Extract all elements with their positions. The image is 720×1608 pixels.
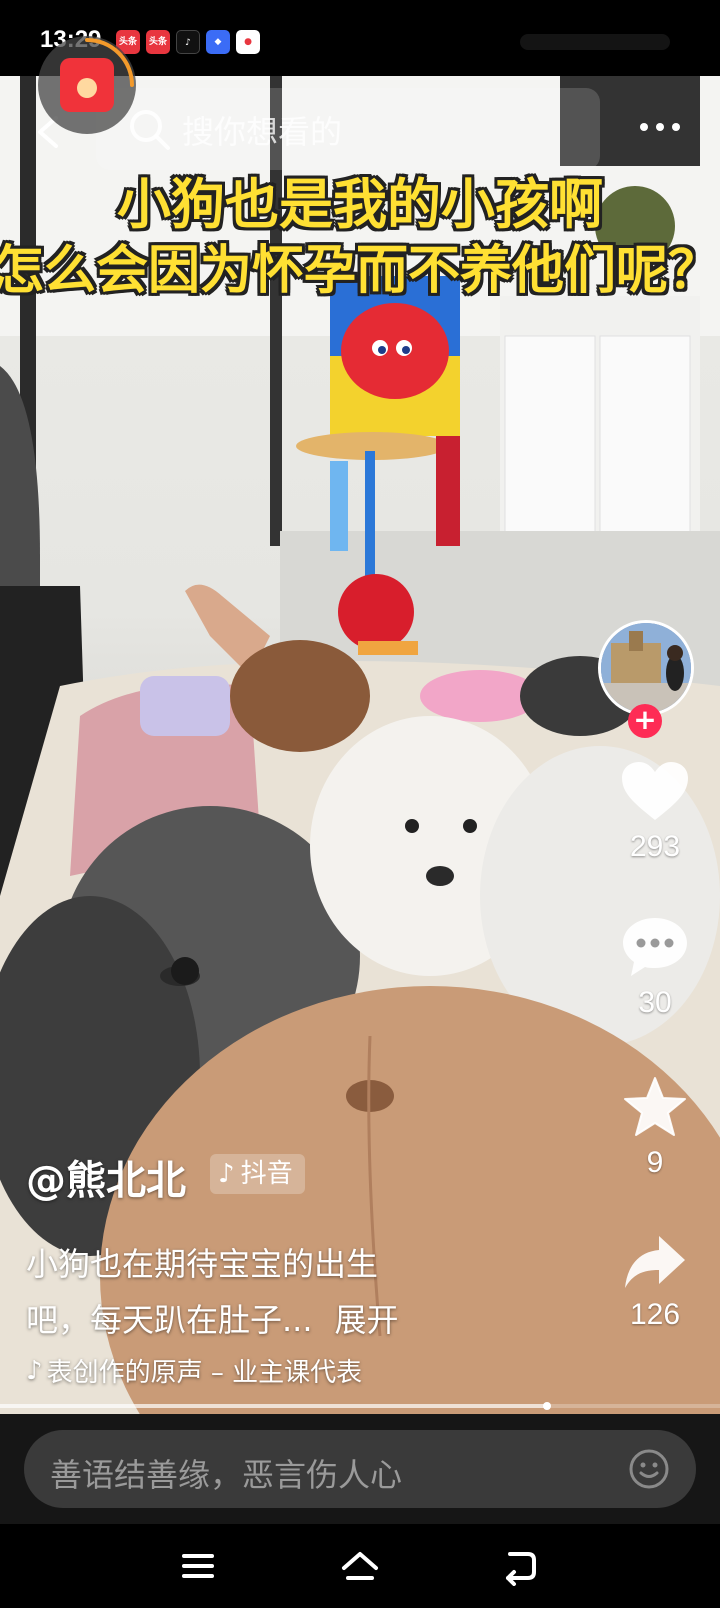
video-caption-line2: 怎么会因为怀孕而不养他们呢？ — [0, 241, 720, 301]
comment-icon — [623, 918, 687, 976]
follow-button[interactable]: + — [628, 704, 662, 738]
share-count: 126 — [629, 1298, 681, 1331]
share-icon — [625, 1236, 685, 1288]
post-description[interactable]: 小狗也在期待宝宝的出生 吧，每天趴在肚子... 展开 — [26, 1236, 496, 1348]
back-icon[interactable] — [500, 1546, 540, 1586]
system-nav-bar — [0, 1524, 720, 1608]
video-player[interactable]: 小狗也是我的小孩啊 怎么会因为怀孕而不养他们呢？ — [0, 76, 720, 1414]
red-packet-button[interactable] — [38, 36, 136, 134]
video-caption: 小狗也是我的小孩啊 怎么会因为怀孕而不养他们呢？ — [0, 172, 720, 304]
emoji-icon[interactable] — [628, 1448, 670, 1490]
playback-progress[interactable] — [0, 1402, 720, 1410]
map-pin-icon: ● — [236, 30, 260, 54]
home-icon[interactable] — [340, 1546, 380, 1586]
more-options-icon[interactable] — [636, 112, 684, 142]
like-count: 293 — [629, 830, 681, 863]
comment-placeholder: 善语结善缘，恶言伤人心 — [50, 1456, 403, 1494]
comment-button[interactable]: 30 — [590, 916, 720, 1020]
like-button[interactable]: 293 — [590, 760, 720, 864]
douyin-note-icon: ♪ — [218, 1159, 235, 1189]
share-button[interactable]: 126 — [590, 1234, 720, 1332]
notification-icons: 头条 头条 ♪ ◆ ● — [116, 30, 260, 54]
app-icon: ◆ — [206, 30, 230, 54]
search-input[interactable]: 搜你想看的 — [96, 88, 600, 170]
star-icon — [624, 1077, 686, 1136]
progress-fill — [0, 1404, 548, 1408]
expand-link[interactable]: 展开 — [335, 1301, 399, 1339]
music-note-icon: ♪ — [26, 1355, 43, 1386]
favorite-count: 9 — [646, 1146, 664, 1179]
status-indicators — [520, 34, 670, 50]
search-placeholder: 搜你想看的 — [182, 113, 343, 151]
favorite-button[interactable]: 9 — [590, 1076, 720, 1180]
toutiao-icon: 头条 — [146, 30, 170, 54]
platform-tag[interactable]: ♪ 抖音 — [210, 1154, 305, 1194]
author-name[interactable]: @熊北北 — [26, 1148, 186, 1206]
platform-tag-label: 抖音 — [240, 1159, 293, 1189]
music-info[interactable]: ♪ 表创作的原声 – 业主课代表 — [26, 1352, 362, 1389]
comment-count: 30 — [638, 986, 672, 1019]
menu-icon[interactable] — [178, 1546, 218, 1586]
description-line2: 吧，每天趴在肚子... — [26, 1301, 313, 1339]
douyin-icon: ♪ — [176, 30, 200, 54]
comment-input[interactable]: 善语结善缘，恶言伤人心 — [24, 1430, 696, 1508]
heart-icon — [622, 762, 688, 820]
music-title: 表创作的原声 – 业主课代表 — [46, 1358, 363, 1388]
description-line1: 小狗也在期待宝宝的出生 — [26, 1245, 379, 1283]
author-avatar[interactable] — [598, 620, 694, 716]
red-packet-icon — [60, 58, 114, 112]
video-caption-line1: 小狗也是我的小孩啊 — [117, 173, 603, 236]
comment-bar: 善语结善缘，恶言伤人心 — [0, 1414, 720, 1524]
